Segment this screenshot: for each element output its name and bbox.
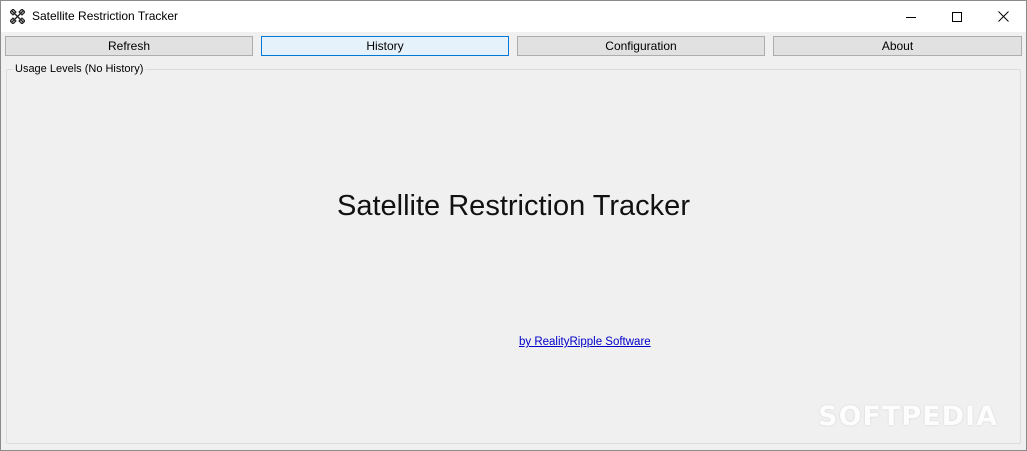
credit-link[interactable]: by RealityRipple Software bbox=[519, 336, 651, 348]
history-button[interactable]: History bbox=[261, 36, 509, 56]
close-button[interactable] bbox=[980, 1, 1026, 32]
maximize-button[interactable] bbox=[934, 1, 980, 32]
configuration-button[interactable]: Configuration bbox=[517, 36, 765, 56]
minimize-button[interactable] bbox=[888, 1, 934, 32]
about-button[interactable]: About bbox=[773, 36, 1022, 56]
usage-levels-group: Usage Levels (No History) Satellite Rest… bbox=[6, 63, 1021, 444]
window-title: Satellite Restriction Tracker bbox=[32, 9, 179, 23]
group-label: Usage Levels (No History) bbox=[13, 63, 146, 75]
maximize-icon bbox=[952, 11, 962, 22]
app-window: Satellite Restriction Tracker Refresh Hi… bbox=[0, 0, 1027, 451]
title-bar[interactable]: Satellite Restriction Tracker bbox=[1, 1, 1026, 32]
client-area: Refresh History Configuration About Usag… bbox=[1, 32, 1026, 450]
watermark-logo: SOFTPEDIA bbox=[818, 401, 998, 432]
refresh-button[interactable]: Refresh bbox=[5, 36, 253, 56]
minimize-icon bbox=[906, 12, 916, 22]
satellite-icon bbox=[9, 8, 26, 25]
close-icon bbox=[997, 11, 1009, 22]
app-name-heading: Satellite Restriction Tracker bbox=[337, 190, 690, 222]
